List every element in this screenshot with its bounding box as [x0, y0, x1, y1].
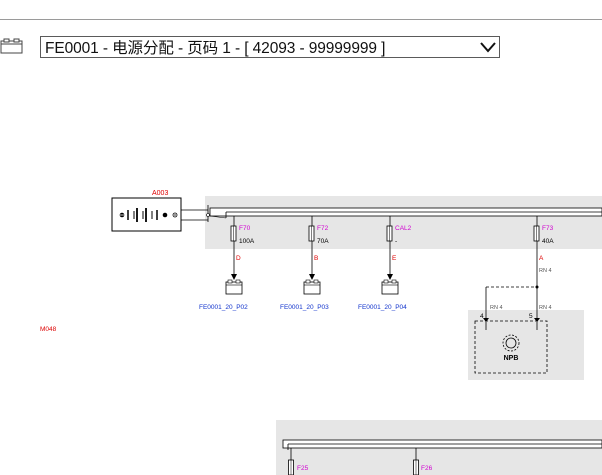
fuse-f73[interactable]: [533, 216, 540, 287]
pin-label: D: [236, 255, 241, 262]
wire-label: RN 4: [539, 305, 552, 311]
connector-icon[interactable]: [303, 279, 321, 295]
wiring-diagram: A003 F70 100A D F72 70A B CAL2 - E F73 4…: [40, 190, 602, 475]
connector-link[interactable]: FE0001_20_P03: [280, 304, 329, 311]
fuse-rating: 100A: [239, 238, 255, 245]
pin-label: E: [392, 255, 397, 262]
fuse-name: F70: [239, 225, 251, 232]
wire-label: RN 4: [490, 305, 503, 311]
pin-number: 4: [480, 313, 484, 320]
connector-link[interactable]: FE0001_20_P04: [358, 304, 407, 311]
pin-number: 5: [529, 313, 533, 320]
fuse-name: F25: [297, 465, 309, 472]
battery-label: A003: [152, 190, 168, 197]
fuse-name: F26: [421, 465, 433, 472]
connector-icon[interactable]: [225, 279, 243, 295]
component-label: NPB: [504, 355, 519, 362]
fuse-rating: 40A: [542, 238, 554, 245]
wire-label: RN 4: [539, 268, 552, 274]
pin-label: A: [539, 255, 544, 262]
fuse-name: CAL2: [395, 225, 412, 232]
connector-icon[interactable]: [381, 279, 399, 295]
fuse-rating: -: [395, 238, 397, 245]
fuse-name: F73: [542, 225, 554, 232]
battery-icon[interactable]: [111, 197, 182, 232]
connector-link[interactable]: FE0001_20_P02: [199, 304, 248, 311]
page-marker: M048: [40, 326, 57, 333]
fuse-rating: 70A: [317, 238, 329, 245]
pin-label: B: [314, 255, 318, 262]
fuse-name: F72: [317, 225, 329, 232]
